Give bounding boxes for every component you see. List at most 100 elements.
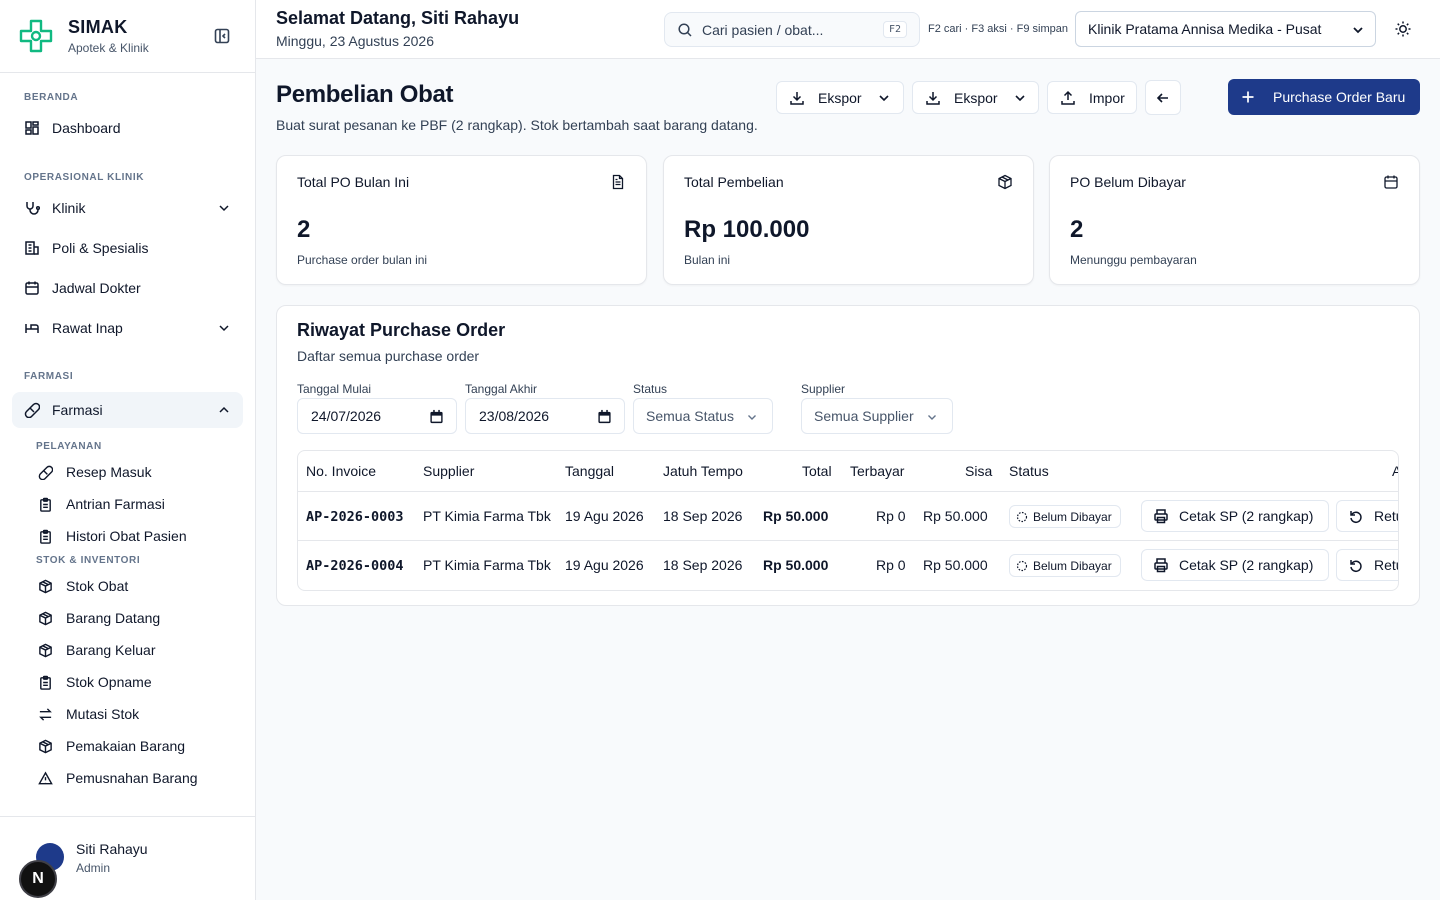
sidebar-item-barang-keluar[interactable]: Barang Keluar (12, 634, 243, 666)
sidebar-item-jadwal[interactable]: Jadwal Dokter (12, 270, 243, 306)
keyboard-shortcuts: F2 cari · F3 aksi · F9 simpan (928, 23, 1068, 35)
chevron-down-icon (748, 415, 756, 420)
column-header: A (1392, 463, 1398, 479)
export-button-1[interactable]: Ekspor (776, 81, 904, 114)
subsection-pelayanan: PELAYANAN (36, 441, 102, 452)
invoice-number: AP-2026-0003 (306, 509, 404, 525)
search-shortcut: F2 (882, 21, 907, 38)
bed-icon (25, 324, 39, 333)
user-profile[interactable]: N Siti Rahayu Admin (0, 816, 255, 900)
status-filter-value: Semua Status (646, 408, 734, 424)
sidebar-item-stok-obat[interactable]: Stok Obat (12, 570, 243, 602)
box-icon (39, 739, 52, 753)
new-purchase-order-button[interactable]: Purchase Order Baru (1228, 79, 1420, 115)
end-date-input[interactable]: 23/08/2026 (465, 398, 625, 434)
export-button-2[interactable]: Ekspor (912, 81, 1039, 114)
pill-icon (24, 402, 40, 418)
user-name: Siti Rahayu (76, 841, 148, 857)
sidebar-item-label: Rawat Inap (52, 320, 123, 336)
stat-value: Rp 100.000 (684, 216, 810, 243)
new-po-label: Purchase Order Baru (1273, 89, 1406, 105)
chevron-down-icon (219, 205, 229, 212)
sidebar-item-label: Pemakaian Barang (66, 738, 186, 754)
supplier-cell: PT Kimia Farma Tbk (423, 557, 551, 573)
download-icon (926, 91, 940, 105)
print-sp-button[interactable]: Cetak SP (2 rangkap) (1141, 549, 1329, 581)
print-sp-label: Cetak SP (2 rangkap) (1179, 508, 1314, 524)
sidebar-item-mutasi-stok[interactable]: Mutasi Stok (12, 698, 243, 730)
chevron-down-icon (879, 94, 889, 101)
retur-button[interactable]: Retur (1336, 500, 1398, 532)
box-icon (39, 643, 52, 657)
export-label: Ekspor (818, 89, 862, 106)
status-filter-select[interactable]: Semua Status (633, 398, 773, 434)
column-header: Jatuh Tempo (663, 463, 743, 479)
stat-card-po-belum-dibayar: PO Belum Dibayar 2 Menunggu pembayaran (1049, 155, 1420, 285)
sidebar-toggle-icon[interactable] (213, 27, 231, 45)
remaining-cell: Rp 50.000 (923, 508, 988, 524)
sidebar-item-label: Jadwal Dokter (52, 280, 141, 296)
purchase-order-history: Riwayat Purchase Order Daftar semua purc… (276, 305, 1420, 606)
table-row[interactable]: AP-2026-0004 PT Kimia Farma Tbk 19 Agu 2… (298, 541, 1398, 590)
building-icon (25, 241, 39, 255)
export-label: Ekspor (954, 89, 998, 106)
start-date-input[interactable]: 24/07/2026 (297, 398, 457, 434)
status-badge: Belum Dibayar (1009, 505, 1121, 528)
sidebar-item-rawat-inap[interactable]: Rawat Inap (12, 310, 243, 346)
loading-circle-icon (1016, 511, 1028, 522)
stat-value: 2 (297, 216, 311, 243)
print-sp-button[interactable]: Cetak SP (2 rangkap) (1141, 500, 1329, 532)
sidebar-item-label: Stok Obat (66, 578, 129, 594)
table-row[interactable]: AP-2026-0003 PT Kimia Farma Tbk 19 Agu 2… (298, 492, 1398, 541)
sidebar-item-barang-datang[interactable]: Barang Datang (12, 602, 243, 634)
pill-icon (38, 465, 53, 480)
sidebar-item-pemakaian-barang[interactable]: Pemakaian Barang (12, 730, 243, 762)
sidebar-item-stok-opname[interactable]: Stok Opname (12, 666, 243, 698)
stat-title: PO Belum Dibayar (1070, 174, 1186, 190)
clipboard-icon (40, 675, 51, 690)
column-header: Supplier (423, 463, 475, 479)
supplier-filter-value: Semua Supplier (814, 408, 914, 424)
sidebar-item-label: Stok Opname (66, 674, 152, 690)
page-subtitle: Buat surat pesanan ke PBF (2 rangkap). S… (276, 117, 758, 133)
import-button[interactable]: Impor (1047, 81, 1137, 114)
stat-title: Total Pembelian (684, 174, 784, 190)
sidebar-item-histori-obat[interactable]: Histori Obat Pasien (12, 520, 243, 552)
current-date: Minggu, 23 Agustus 2026 (276, 33, 435, 49)
clinic-select[interactable]: Klinik Pratama Annisa Medika - Pusat (1075, 11, 1376, 47)
status-filter-label: Status (633, 382, 668, 396)
sidebar-item-pemusnahan-barang[interactable]: Pemusnahan Barang (12, 762, 243, 794)
topbar: Selamat Datang, Siti Rahayu Minggu, 23 A… (256, 0, 1440, 59)
greeting: Selamat Datang, Siti Rahayu (276, 8, 520, 28)
calendar-icon (598, 409, 611, 424)
sidebar-item-dashboard[interactable]: Dashboard (12, 110, 243, 146)
sidebar-item-klinik[interactable]: Klinik (12, 190, 243, 226)
column-header: Terbayar (850, 463, 905, 479)
download-icon (790, 91, 804, 105)
total-cell: Rp 50.000 (763, 508, 829, 524)
sidebar-item-farmasi[interactable]: Farmasi (12, 392, 243, 428)
sidebar-item-poli[interactable]: Poli & Spesialis (12, 230, 243, 266)
retur-button[interactable]: Retur (1336, 549, 1398, 581)
status-label: Belum Dibayar (1033, 509, 1112, 524)
end-date-value: 23/08/2026 (479, 408, 550, 424)
print-sp-label: Cetak SP (2 rangkap) (1179, 557, 1314, 573)
sidebar-item-label: Dashboard (52, 120, 121, 136)
supplier-filter-select[interactable]: Semua Supplier (801, 398, 953, 434)
sidebar-item-resep-masuk[interactable]: Resep Masuk (12, 456, 243, 488)
date-cell: 19 Agu 2026 (565, 508, 644, 524)
stat-note: Purchase order bulan ini (297, 253, 428, 267)
search-input[interactable]: Cari pasien / obat... F2 (664, 12, 920, 47)
stat-note: Bulan ini (684, 253, 731, 267)
box-icon (39, 611, 52, 625)
stat-value: 2 (1070, 216, 1084, 243)
sidebar-item-antrian-farmasi[interactable]: Antrian Farmasi (12, 488, 243, 520)
dev-badge[interactable]: N (19, 860, 57, 898)
sun-icon[interactable] (1394, 20, 1412, 38)
column-header: Tanggal (565, 463, 615, 479)
section-beranda: BERANDA (24, 92, 79, 103)
back-button[interactable] (1145, 80, 1181, 115)
printer-icon (1154, 558, 1168, 573)
section-farmasi: FARMASI (24, 371, 74, 382)
search-icon (678, 22, 692, 37)
